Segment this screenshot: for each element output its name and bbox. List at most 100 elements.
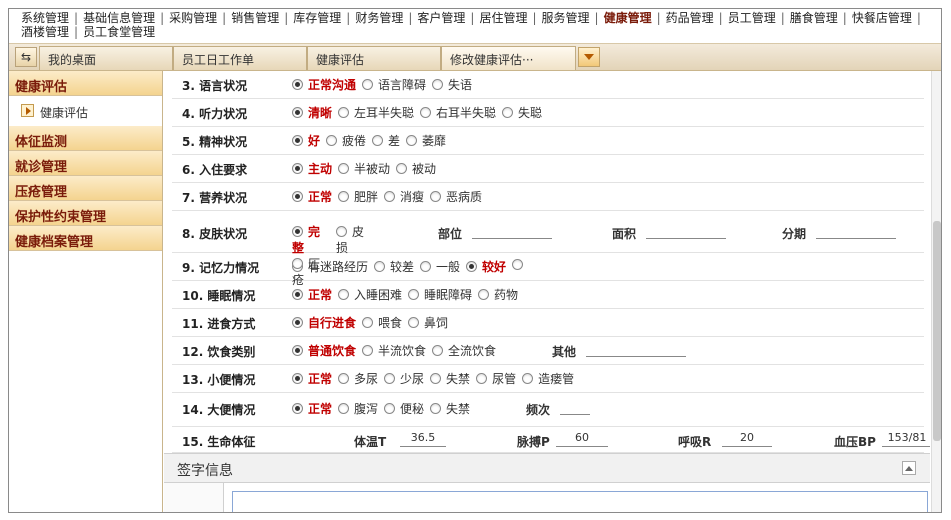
radio-button[interactable] <box>362 317 374 328</box>
radio-button[interactable] <box>430 403 442 414</box>
menu-item[interactable]: 服务管理 <box>542 11 590 25</box>
radio-button[interactable] <box>338 107 350 118</box>
radio-button[interactable] <box>420 107 432 118</box>
menu-item[interactable]: 健康管理 <box>604 11 652 25</box>
radio-button[interactable] <box>292 163 303 174</box>
radio-button[interactable] <box>430 373 442 384</box>
radio-button[interactable] <box>292 107 303 118</box>
sidebar-item-health-records[interactable]: 健康档案管理 <box>9 226 162 251</box>
sidebar-item-vital-signs[interactable]: 体征监测 <box>9 126 162 151</box>
radio-button[interactable] <box>362 79 374 90</box>
tab-my-desktop[interactable]: 我的桌面 <box>39 46 173 70</box>
radio-button[interactable] <box>466 261 478 272</box>
radio-option[interactable]: 造瘘管 <box>522 370 574 387</box>
menu-item[interactable]: 采购管理 <box>169 11 217 25</box>
sidebar-item-restraint[interactable]: 保护性约束管理 <box>9 201 162 226</box>
radio-option[interactable]: 语言障碍 <box>362 76 426 93</box>
radio-button[interactable] <box>432 79 444 90</box>
radio-button[interactable] <box>292 79 303 90</box>
menu-item[interactable]: 库存管理 <box>293 11 341 25</box>
tab-health-assessment[interactable]: 健康评估 <box>307 46 441 70</box>
radio-button[interactable] <box>362 345 374 356</box>
radio-option[interactable]: 喂食 <box>362 314 402 331</box>
sidebar-item-visits[interactable]: 就诊管理 <box>9 151 162 176</box>
radio-option[interactable]: 正常 <box>292 286 332 303</box>
radio-option[interactable]: 睡眠障碍 <box>408 286 472 303</box>
radio-button[interactable] <box>338 373 350 384</box>
radio-button[interactable] <box>408 289 420 300</box>
radio-button[interactable] <box>512 259 524 270</box>
radio-button[interactable] <box>522 373 534 384</box>
radio-button[interactable] <box>478 289 490 300</box>
radio-option[interactable]: 全流饮食 <box>432 342 496 359</box>
tab-dropdown-button[interactable] <box>578 47 600 67</box>
radio-option[interactable]: 左耳半失聪 <box>338 104 414 121</box>
radio-option[interactable]: 失禁 <box>430 370 470 387</box>
menu-item[interactable]: 客户管理 <box>417 11 465 25</box>
radio-button[interactable] <box>384 373 396 384</box>
radio-button[interactable] <box>338 163 350 174</box>
text-field[interactable] <box>560 399 590 415</box>
temp-field[interactable]: 36.5 <box>400 431 446 447</box>
sign-input[interactable] <box>232 491 928 512</box>
radio-option[interactable]: 萎靡 <box>406 132 446 149</box>
text-field[interactable] <box>586 341 686 357</box>
radio-button[interactable] <box>336 226 347 237</box>
radio-option[interactable]: 少尿 <box>384 370 424 387</box>
radio-option[interactable]: 失禁 <box>430 400 470 417</box>
resp-field[interactable]: 20 <box>722 431 772 447</box>
radio-option[interactable]: 压疮 <box>292 256 330 288</box>
sidebar-sub-health-assessment[interactable]: 健康评估 <box>9 96 162 126</box>
menu-item[interactable]: 膳食管理 <box>790 11 838 25</box>
menu-item[interactable]: 药品管理 <box>666 11 714 25</box>
radio-option[interactable]: 普通饮食 <box>292 342 356 359</box>
radio-option[interactable]: 右耳半失聪 <box>420 104 496 121</box>
radio-button[interactable] <box>396 163 408 174</box>
menu-item[interactable]: 居住管理 <box>479 11 527 25</box>
radio-button[interactable] <box>292 289 303 300</box>
radio-option[interactable]: 主动 <box>292 160 332 177</box>
radio-option[interactable]: 腹泻 <box>338 400 378 417</box>
radio-button[interactable] <box>430 191 442 202</box>
radio-button[interactable] <box>476 373 488 384</box>
radio-option[interactable]: 皮损 <box>336 224 374 256</box>
vertical-scrollbar[interactable] <box>931 71 941 512</box>
radio-option[interactable]: 失语 <box>432 76 472 93</box>
radio-button[interactable] <box>326 135 338 146</box>
radio-option[interactable]: 差 <box>372 132 400 149</box>
radio-option[interactable]: 疲倦 <box>326 132 366 149</box>
radio-button[interactable] <box>292 135 303 146</box>
menu-item[interactable]: 财务管理 <box>355 11 403 25</box>
radio-option[interactable]: 正常 <box>292 188 332 205</box>
radio-button[interactable] <box>292 317 303 328</box>
radio-button[interactable] <box>338 289 350 300</box>
radio-option[interactable]: 入睡困难 <box>338 286 402 303</box>
text-field[interactable] <box>816 223 896 239</box>
radio-option[interactable]: 肥胖 <box>338 188 378 205</box>
radio-option[interactable]: 药物 <box>478 286 518 303</box>
radio-button[interactable] <box>292 345 303 356</box>
radio-option[interactable]: 完整 <box>292 224 330 256</box>
radio-button[interactable] <box>292 191 303 202</box>
radio-button[interactable] <box>292 258 303 269</box>
radio-button[interactable] <box>384 191 396 202</box>
radio-button[interactable] <box>384 403 396 414</box>
radio-option[interactable]: 一般 <box>420 258 460 275</box>
menu-item[interactable]: 系统管理 <box>21 11 69 25</box>
collapse-icon[interactable] <box>902 461 916 475</box>
radio-button[interactable] <box>292 373 303 384</box>
radio-option[interactable]: 多尿 <box>338 370 378 387</box>
radio-option[interactable]: 鼻饲 <box>408 314 448 331</box>
radio-button[interactable] <box>338 403 350 414</box>
pulse-field[interactable]: 60 <box>556 431 608 447</box>
radio-option[interactable]: 失聪 <box>502 104 542 121</box>
radio-button[interactable] <box>292 226 303 237</box>
tab-switch-icon[interactable]: ⇆ <box>15 47 37 67</box>
radio-option[interactable]: 好 <box>292 132 320 149</box>
radio-button[interactable] <box>432 345 444 356</box>
bp-field[interactable]: 153/81 <box>882 431 930 447</box>
menu-item[interactable]: 快餐店管理 <box>852 11 912 25</box>
sidebar-head-health-assessment[interactable]: 健康评估 <box>9 71 162 96</box>
radio-button[interactable] <box>338 191 350 202</box>
radio-option[interactable]: 半被动 <box>338 160 390 177</box>
